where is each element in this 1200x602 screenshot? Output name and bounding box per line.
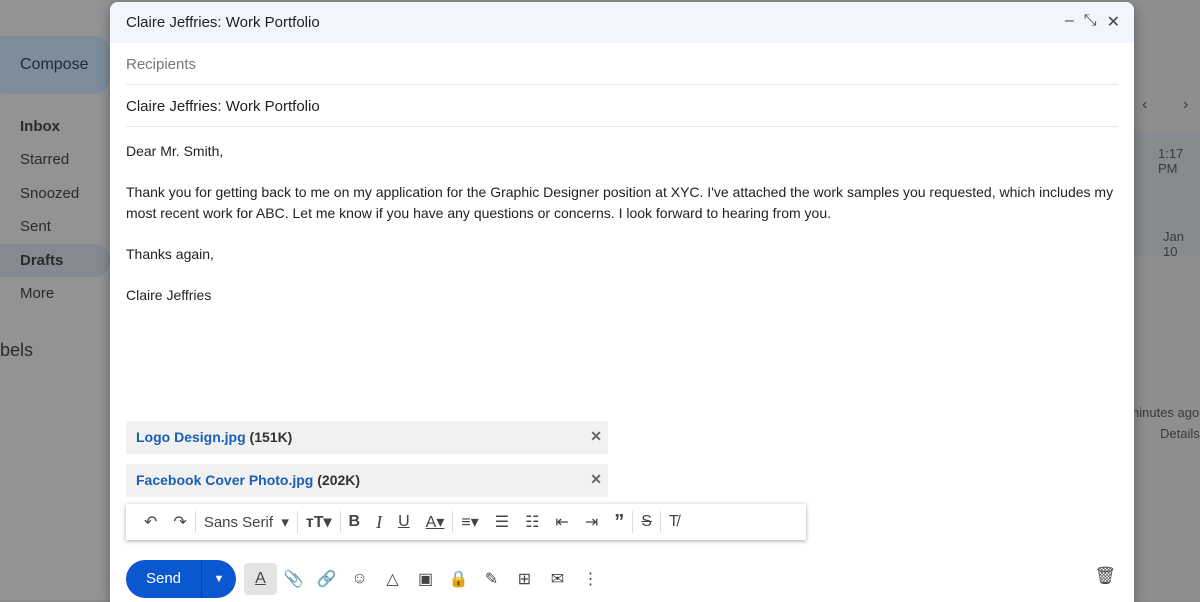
formatting-toolbar: ↶ ↷ Sans Serif ▾ тT▾ B I U A▾ ≡▾ ☰ ☷ ⇤ ⇥… <box>126 504 806 540</box>
strikethrough-icon[interactable]: S <box>633 513 660 531</box>
remove-attachment-icon[interactable]: ✕ <box>590 428 602 445</box>
layouts-icon[interactable]: ⊞ <box>508 569 541 589</box>
message-body[interactable]: Dear Mr. Smith, Thank you for getting ba… <box>110 127 1134 340</box>
confidential-mode-icon[interactable]: 🔒 <box>442 569 475 589</box>
send-button[interactable]: Send ▼ <box>126 560 236 598</box>
last-activity: ninutes ago <box>1132 405 1200 420</box>
details-link[interactable]: Details <box>1160 426 1200 441</box>
remove-formatting-icon[interactable]: T̸ <box>661 513 687 531</box>
indent-more-icon[interactable]: ⇥ <box>577 512 606 532</box>
email-row[interactable]: 1:17 PM <box>1134 132 1200 214</box>
compose-window: Claire Jeffries: Work Portfolio – ⤡ ✕ Re… <box>110 2 1134 602</box>
prev-page-icon[interactable]: ‹ <box>1142 96 1147 114</box>
sidebar-item-inbox[interactable]: Inbox <box>0 110 110 143</box>
drive-icon[interactable]: △ <box>376 569 409 589</box>
remove-attachment-icon[interactable]: ✕ <box>590 471 602 488</box>
italic-icon[interactable]: I <box>368 512 390 533</box>
attachment-name[interactable]: Logo Design.jpg <box>136 429 246 445</box>
schedule-send-dropdown[interactable]: ▼ <box>202 560 236 598</box>
bold-icon[interactable]: B <box>341 513 369 531</box>
sidebar: Compose Inbox Starred Snoozed Sent Draft… <box>0 0 110 600</box>
template-icon[interactable]: ✉ <box>541 569 574 589</box>
close-icon[interactable]: ✕ <box>1107 12 1120 32</box>
recipients-field[interactable]: Recipients <box>126 43 1118 85</box>
quote-icon[interactable]: ” <box>606 511 632 534</box>
insert-link-icon[interactable]: 🔗 <box>310 569 343 589</box>
bottom-toolbar: Send ▼ A 📎 🔗 ☺ △ ▣ 🔒 ✎ ⊞ ✉ ⋮ <box>126 560 607 598</box>
indent-less-icon[interactable]: ⇤ <box>547 512 576 532</box>
compose-header: Claire Jeffries: Work Portfolio – ⤡ ✕ <box>110 2 1134 43</box>
compose-button[interactable]: Compose <box>0 36 110 94</box>
exit-fullscreen-icon[interactable]: ⤡ <box>1084 12 1097 32</box>
bulleted-list-icon[interactable]: ☷ <box>517 512 547 532</box>
emoji-icon[interactable]: ☺ <box>343 570 376 588</box>
subject-field[interactable]: Claire Jeffries: Work Portfolio <box>126 85 1118 127</box>
insert-photo-icon[interactable]: ▣ <box>409 569 442 589</box>
sidebar-item-more[interactable]: More <box>0 277 110 310</box>
signature-icon[interactable]: ✎ <box>475 569 508 589</box>
redo-icon[interactable]: ↷ <box>165 512 194 532</box>
labels-heading: bels <box>0 340 34 360</box>
sidebar-item-starred[interactable]: Starred <box>0 143 110 176</box>
sidebar-item-drafts[interactable]: Drafts <box>0 244 110 277</box>
next-page-icon[interactable]: › <box>1183 96 1188 114</box>
attachment-chip[interactable]: Logo Design.jpg (151K) ✕ <box>126 421 608 454</box>
attachment-name[interactable]: Facebook Cover Photo.jpg <box>136 472 313 488</box>
email-row[interactable]: Jan 10 <box>1134 214 1200 259</box>
align-icon[interactable]: ≡▾ <box>453 512 486 532</box>
attachment-chip[interactable]: Facebook Cover Photo.jpg (202K) ✕ <box>126 464 608 497</box>
font-select[interactable]: Sans Serif ▾ <box>196 513 297 531</box>
font-size-icon[interactable]: тT▾ <box>298 512 340 532</box>
text-color-icon[interactable]: A▾ <box>418 512 453 532</box>
discard-draft-icon[interactable]: 🗑 <box>1094 566 1116 586</box>
formatting-options-icon[interactable]: A <box>244 563 277 595</box>
minimize-icon[interactable]: – <box>1065 12 1074 32</box>
more-options-icon[interactable]: ⋮ <box>574 569 607 589</box>
compose-title: Claire Jeffries: Work Portfolio <box>126 14 320 31</box>
sidebar-item-sent[interactable]: Sent <box>0 210 110 243</box>
underline-icon[interactable]: U <box>390 513 418 531</box>
sidebar-item-snoozed[interactable]: Snoozed <box>0 177 110 210</box>
attach-file-icon[interactable]: 📎 <box>277 569 310 589</box>
numbered-list-icon[interactable]: ☰ <box>487 512 517 532</box>
undo-icon[interactable]: ↶ <box>136 512 165 532</box>
